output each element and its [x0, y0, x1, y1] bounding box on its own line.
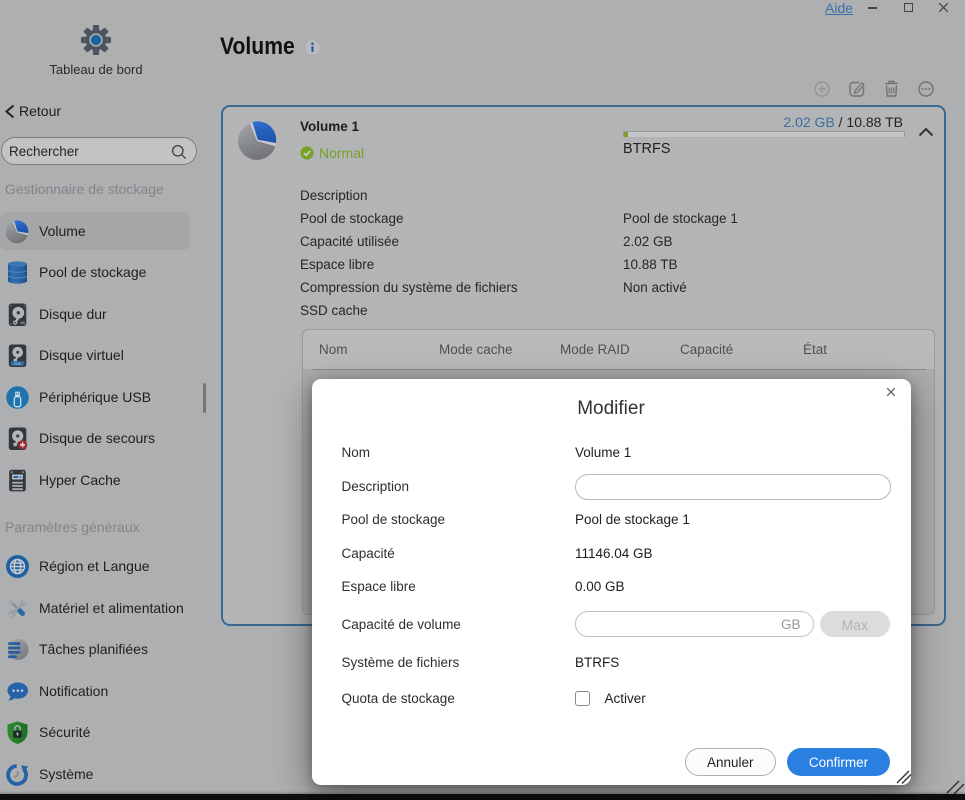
svg-text:VHD: VHD — [13, 362, 21, 366]
